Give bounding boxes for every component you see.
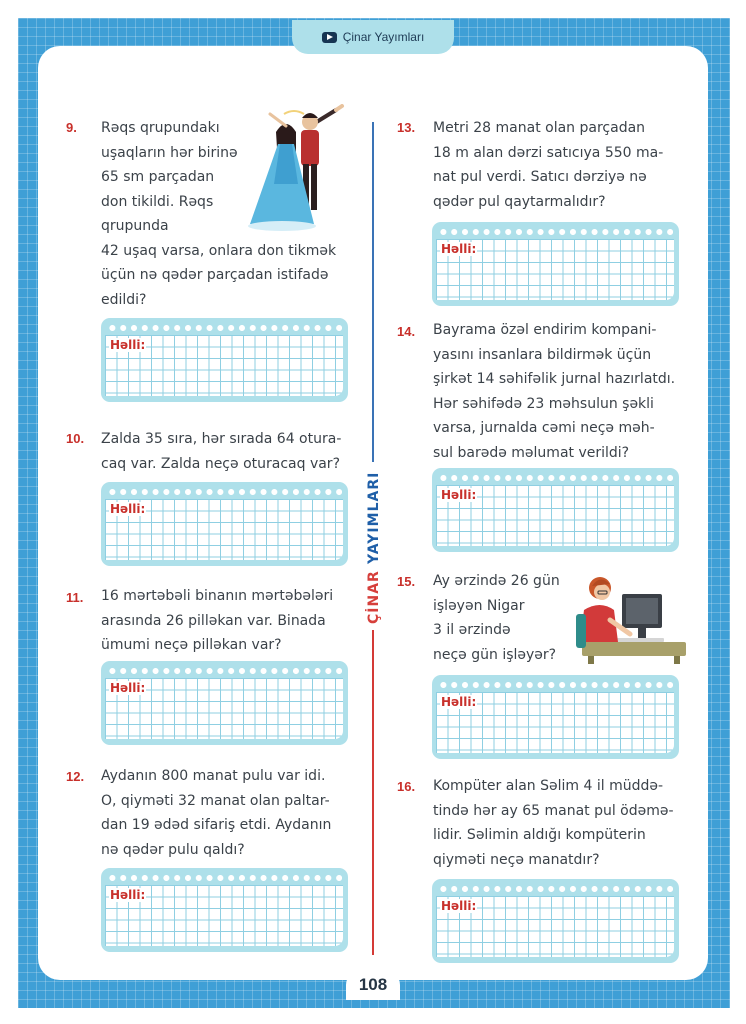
text-line: caq var. Zalda neçə oturacaq var? (101, 455, 340, 472)
answer-label: Həlli: (440, 488, 478, 502)
answer-label: Həlli: (109, 681, 147, 695)
binder-dots (107, 488, 342, 496)
problem-number: 16. (397, 779, 416, 794)
problem-text: 16 mərtəbəli binanın mərtəbələri arasınd… (101, 584, 366, 658)
column-divider-bottom (372, 630, 374, 955)
text-line: arasında 26 pilləkan var. Binada (101, 612, 326, 629)
dancing-couple-illustration (248, 104, 344, 231)
answer-box[interactable]: Həlli: (432, 222, 679, 306)
binder-dots (438, 681, 673, 689)
text-line: Bayrama özəl endirim kompani- (433, 322, 657, 338)
text-line: Hər səhifədə 23 məhsulun şəkli (433, 395, 654, 412)
text-line: neçə gün işləyər? (433, 646, 557, 663)
text-line: 18 m alan dərzi satıcıya 550 ma- (433, 144, 664, 161)
answer-box[interactable]: Həlli: (101, 482, 348, 566)
text-line: O, qiyməti 32 manat olan paltar- (101, 792, 330, 809)
text-line: qiyməti neçə manatdır? (433, 851, 600, 868)
text-line: Ay ərzində 26 gün (433, 573, 560, 589)
text-line: 3 il ərzində (433, 622, 511, 638)
text-line: Zalda 35 sıra, hər sırada 64 otura- (101, 431, 342, 447)
text-line: şirkət 14 səhifəlik jurnal hazırlatdı. (433, 371, 676, 387)
problem-number: 11. (66, 590, 84, 605)
problem-text: Aydanın 800 manat pulu var idi. O, qiymə… (101, 764, 366, 862)
woman-at-computer-illustration (576, 577, 686, 664)
text-line: üçün nə qədər parçadan istifadə (101, 267, 329, 283)
text-line: qədər pul qaytarmalıdır? (433, 193, 606, 210)
column-divider-top (372, 122, 374, 462)
binder-dots (107, 324, 342, 332)
answer-label: Həlli: (440, 242, 478, 256)
answer-label: Həlli: (440, 695, 478, 709)
answer-label: Həlli: (109, 502, 147, 516)
binder-dots (107, 874, 342, 882)
answer-box[interactable]: Həlli: (432, 675, 679, 759)
binder-dots (438, 474, 673, 482)
problem-text: Ay ərzində 26 gün işləyən Nigar 3 il ərz… (433, 569, 593, 667)
spine-part-2: YAYIMLARI (366, 471, 382, 565)
text-line: dan 19 ədəd sifariş etdi. Aydanın (101, 817, 332, 833)
problem-number: 9. (66, 120, 77, 135)
text-line: sul barədə məlumat verildi? (433, 444, 630, 461)
problem-number: 15. (397, 574, 416, 589)
problem-number: 12. (66, 769, 85, 784)
text-line: varsa, jurnalda cəmi neçə məh- (433, 420, 655, 436)
brand-name: Çinar Yayımları (342, 30, 425, 44)
text-line: edildi? (101, 291, 147, 308)
answer-label: Həlli: (109, 338, 147, 352)
youtube-play-icon (321, 31, 337, 43)
text-line: ümumi neçə pilləkan var? (101, 637, 282, 653)
problem-text: Metri 28 manat olan parçadan 18 m alan d… (433, 116, 683, 214)
problem-text: Zalda 35 sıra, hər sırada 64 otura- caq … (101, 427, 366, 476)
answer-box[interactable]: Həlli: (101, 868, 348, 952)
spine-part-1: ÇİNAR (366, 570, 382, 625)
answer-box[interactable]: Həlli: (101, 318, 348, 402)
binder-dots (438, 885, 673, 893)
answer-label: Həlli: (440, 899, 478, 913)
problem-number: 13. (397, 120, 416, 135)
text-line: Kompüter alan Səlim 4 il müddə- (433, 778, 664, 794)
answer-label: Həlli: (109, 888, 147, 902)
text-line: Metri 28 manat olan parçadan (433, 120, 646, 136)
answer-box[interactable]: Həlli: (101, 661, 348, 745)
text-line: Aydanın 800 manat pulu var idi. (101, 768, 326, 784)
problem-text: Kompüter alan Səlim 4 il müddə- tində hə… (433, 774, 688, 872)
text-line: 16 mərtəbəli binanın mərtəbələri (101, 588, 334, 604)
brand-header: Çinar Yayımları (292, 20, 454, 54)
text-line: tində hər ay 65 manat pul ödəmə- (433, 802, 674, 819)
problem-number: 14. (397, 324, 416, 339)
problem-text: Bayrama özəl endirim kompani- yasını ins… (433, 318, 683, 465)
binder-dots (107, 667, 342, 675)
answer-box[interactable]: Həlli: (432, 468, 679, 552)
problem-number: 10. (66, 431, 85, 446)
text-line: nat pul verdi. Satıcı dərziyə nə (433, 169, 647, 185)
text-line: işləyən Nigar (433, 597, 525, 614)
page-number: 108 (346, 970, 400, 1000)
answer-box[interactable]: Həlli: (432, 879, 679, 963)
text-line: yasını insanlara bildirmək üçün (433, 346, 652, 363)
text-line: 42 uşaq varsa, onlara don tikmək (101, 242, 337, 259)
text-line: lidir. Səlimin aldığı kompüterin (433, 827, 646, 843)
binder-dots (438, 228, 673, 236)
text-line: nə qədər pulu qaldı? (101, 841, 245, 858)
